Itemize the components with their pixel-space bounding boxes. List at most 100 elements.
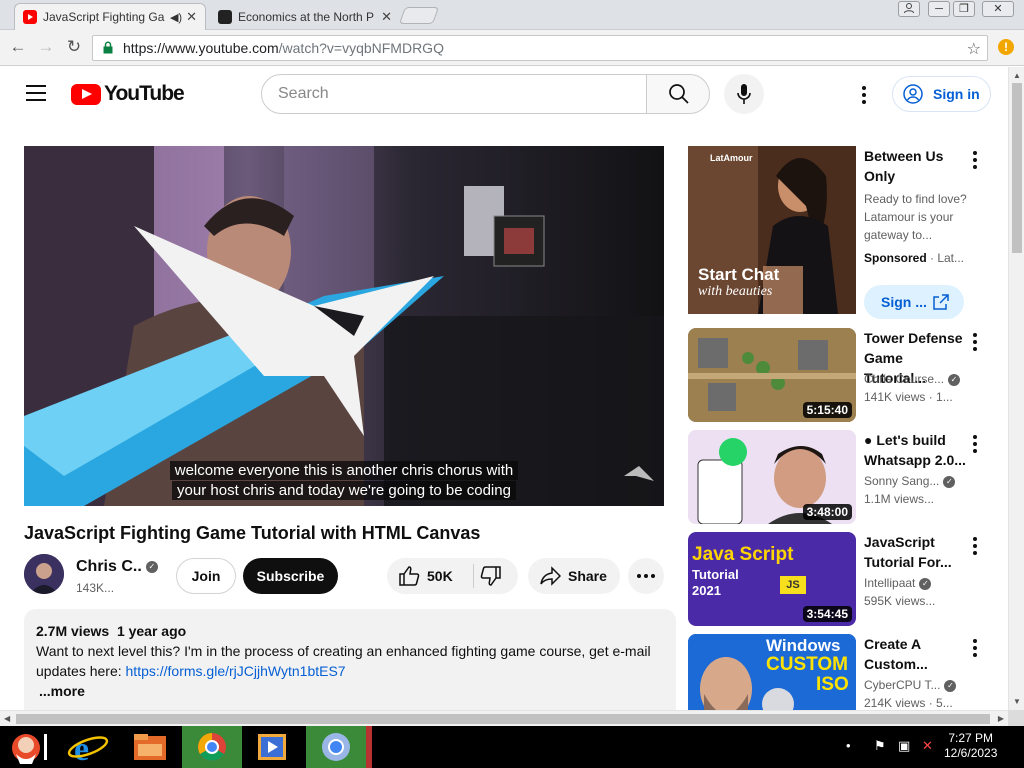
- more-horizontal-icon: [637, 574, 655, 578]
- notification-icon[interactable]: !: [998, 39, 1014, 55]
- close-tab-icon[interactable]: ✕: [381, 9, 392, 25]
- verified-icon: ✓: [943, 475, 956, 488]
- video-player[interactable]: welcome everyone this is another chris c…: [24, 146, 664, 506]
- close-tab-icon[interactable]: ✕: [186, 9, 197, 25]
- tab-economics[interactable]: Economics at the North P ✕: [210, 3, 400, 30]
- chrome-taskbar-icon[interactable]: [182, 726, 242, 768]
- video-duration: 5:15:40: [802, 402, 852, 418]
- youtube-favicon-icon: [23, 10, 37, 24]
- volume-muted-icon[interactable]: ✕: [922, 738, 933, 754]
- sidebar-menu-icon[interactable]: [973, 639, 977, 660]
- lock-icon: [101, 41, 115, 55]
- ad-overlay-line2: with beauties: [698, 284, 773, 299]
- close-window-button[interactable]: ✕: [982, 1, 1014, 17]
- start-button[interactable]: [4, 726, 54, 768]
- description-box[interactable]: 2.7M views 1 year ago Want to next level…: [24, 609, 676, 710]
- thumb-text-line2: Tutorial: [692, 567, 739, 582]
- action-center-flag-icon[interactable]: ⚑: [874, 738, 886, 754]
- vertical-scrollbar[interactable]: ▲ ▼: [1008, 67, 1024, 710]
- video-duration: 3:54:45: [802, 606, 852, 622]
- search-button[interactable]: [646, 74, 710, 114]
- network-icon[interactable]: ▣: [898, 738, 910, 754]
- sidebar-video-title[interactable]: JavaScript Tutorial For...: [864, 532, 968, 572]
- internet-explorer-icon[interactable]: e: [62, 726, 114, 768]
- thumbs-down-icon: [480, 566, 501, 586]
- system-clock[interactable]: 7:27 PM 12/6/2023: [944, 731, 997, 761]
- chrome-taskbar-icon[interactable]: [306, 726, 372, 768]
- sidebar-channel: Sonny Sang... ✓: [864, 474, 956, 488]
- verified-icon: ✓: [944, 679, 957, 692]
- ad-thumbnail[interactable]: LatAmour Start Chat with beauties: [688, 146, 856, 314]
- youtube-logo[interactable]: YouTube: [71, 82, 185, 106]
- new-tab-button[interactable]: [398, 7, 440, 24]
- address-bar[interactable]: https://www.youtube.com/watch?v=vyqbNFMD…: [92, 35, 988, 61]
- settings-menu-icon[interactable]: [862, 86, 866, 107]
- like-button[interactable]: 50K: [387, 558, 473, 594]
- forward-icon[interactable]: →: [34, 36, 58, 60]
- more-actions-button[interactable]: [628, 558, 664, 594]
- youtube-play-icon: [71, 83, 101, 105]
- bookmark-star-icon[interactable]: ☆: [967, 39, 981, 59]
- show-more-link[interactable]: ...more: [36, 681, 664, 701]
- js-badge: JS: [780, 576, 806, 594]
- back-icon[interactable]: ←: [6, 36, 30, 60]
- taskbar: e • ⚑ ▣ ✕ 7:27 PM 12/6/2023: [0, 726, 1024, 768]
- scroll-down-icon[interactable]: ▼: [1013, 697, 1021, 706]
- minimize-button[interactable]: ─: [928, 1, 950, 17]
- like-dislike-group: 50K: [387, 558, 518, 594]
- maximize-button[interactable]: ❐: [953, 1, 975, 17]
- ad-sign-up-button[interactable]: Sign ...: [864, 285, 964, 319]
- ad-menu-icon[interactable]: [973, 151, 977, 172]
- profile-icon[interactable]: [898, 1, 920, 17]
- file-explorer-icon[interactable]: [124, 726, 176, 768]
- sidebar-views: 595K views...: [864, 594, 936, 608]
- subscribe-button[interactable]: Subscribe: [243, 558, 338, 594]
- sidebar-channel: Chris Course... ✓: [864, 372, 961, 386]
- horizontal-scrollbar[interactable]: ◀ ▶: [0, 710, 1008, 726]
- scroll-corner: [1008, 710, 1024, 726]
- scroll-thumb[interactable]: [1012, 83, 1022, 253]
- scroll-left-icon[interactable]: ◀: [4, 714, 10, 723]
- share-icon: [540, 566, 561, 586]
- reload-icon[interactable]: ↻: [62, 36, 86, 60]
- sidebar-thumbnail[interactable]: Java Script Tutorial 2021 JS 3:54:45: [688, 532, 856, 626]
- sidebar-menu-icon[interactable]: [973, 537, 977, 558]
- tab-youtube[interactable]: JavaScript Fighting Ga ◀) ✕: [14, 3, 206, 30]
- menu-icon[interactable]: [26, 85, 46, 101]
- join-button[interactable]: Join: [176, 558, 236, 594]
- channel-name[interactable]: Chris C.. ✓: [76, 558, 158, 576]
- sidebar-video-title[interactable]: Create A Custom...: [864, 634, 968, 674]
- ad-title[interactable]: Between Us Only: [864, 146, 968, 186]
- verified-icon: ✓: [145, 560, 158, 573]
- sign-in-button[interactable]: Sign in: [892, 76, 991, 112]
- thumb-text-line3: 2021: [692, 583, 721, 598]
- sidebar-menu-icon[interactable]: [973, 435, 977, 456]
- show-hidden-icons-icon[interactable]: •: [846, 738, 851, 753]
- sidebar-thumbnail[interactable]: Windows CUSTOM ISO: [688, 634, 856, 710]
- verified-icon: ✓: [948, 373, 961, 386]
- sidebar-thumbnail[interactable]: 5:15:40: [688, 328, 856, 422]
- search-input[interactable]: Search: [261, 74, 647, 114]
- media-player-icon[interactable]: [246, 726, 298, 768]
- description-link[interactable]: https://forms.gle/rjJCjjhWytn1btES7: [126, 663, 346, 679]
- scroll-thumb[interactable]: [16, 714, 990, 724]
- thumb-text-line3: ISO: [816, 674, 849, 695]
- dislike-button[interactable]: [474, 558, 518, 594]
- sponsored-label: Sponsored · Lat...: [864, 251, 965, 265]
- account-icon: [903, 84, 923, 104]
- tab-title: Economics at the North P: [238, 9, 375, 24]
- sidebar-views: 141K views · 1...: [864, 390, 953, 404]
- sidebar-video-title[interactable]: ● Let's build Whatsapp 2.0...: [864, 430, 968, 470]
- speaker-icon[interactable]: ◀): [170, 11, 182, 24]
- scroll-up-icon[interactable]: ▲: [1013, 71, 1021, 80]
- voice-search-button[interactable]: [724, 74, 764, 114]
- scroll-right-icon[interactable]: ▶: [998, 714, 1004, 723]
- sidebar-thumbnail[interactable]: 3:48:00: [688, 430, 856, 524]
- ad-brand: LatAmour: [710, 153, 753, 163]
- verified-icon: ✓: [919, 577, 932, 590]
- sidebar-channel: CyberCPU T... ✓: [864, 678, 957, 692]
- share-button[interactable]: Share: [528, 558, 620, 594]
- channel-avatar[interactable]: [24, 554, 64, 594]
- sidebar-menu-icon[interactable]: [973, 333, 977, 354]
- caption-line: welcome everyone this is another chris c…: [169, 461, 519, 480]
